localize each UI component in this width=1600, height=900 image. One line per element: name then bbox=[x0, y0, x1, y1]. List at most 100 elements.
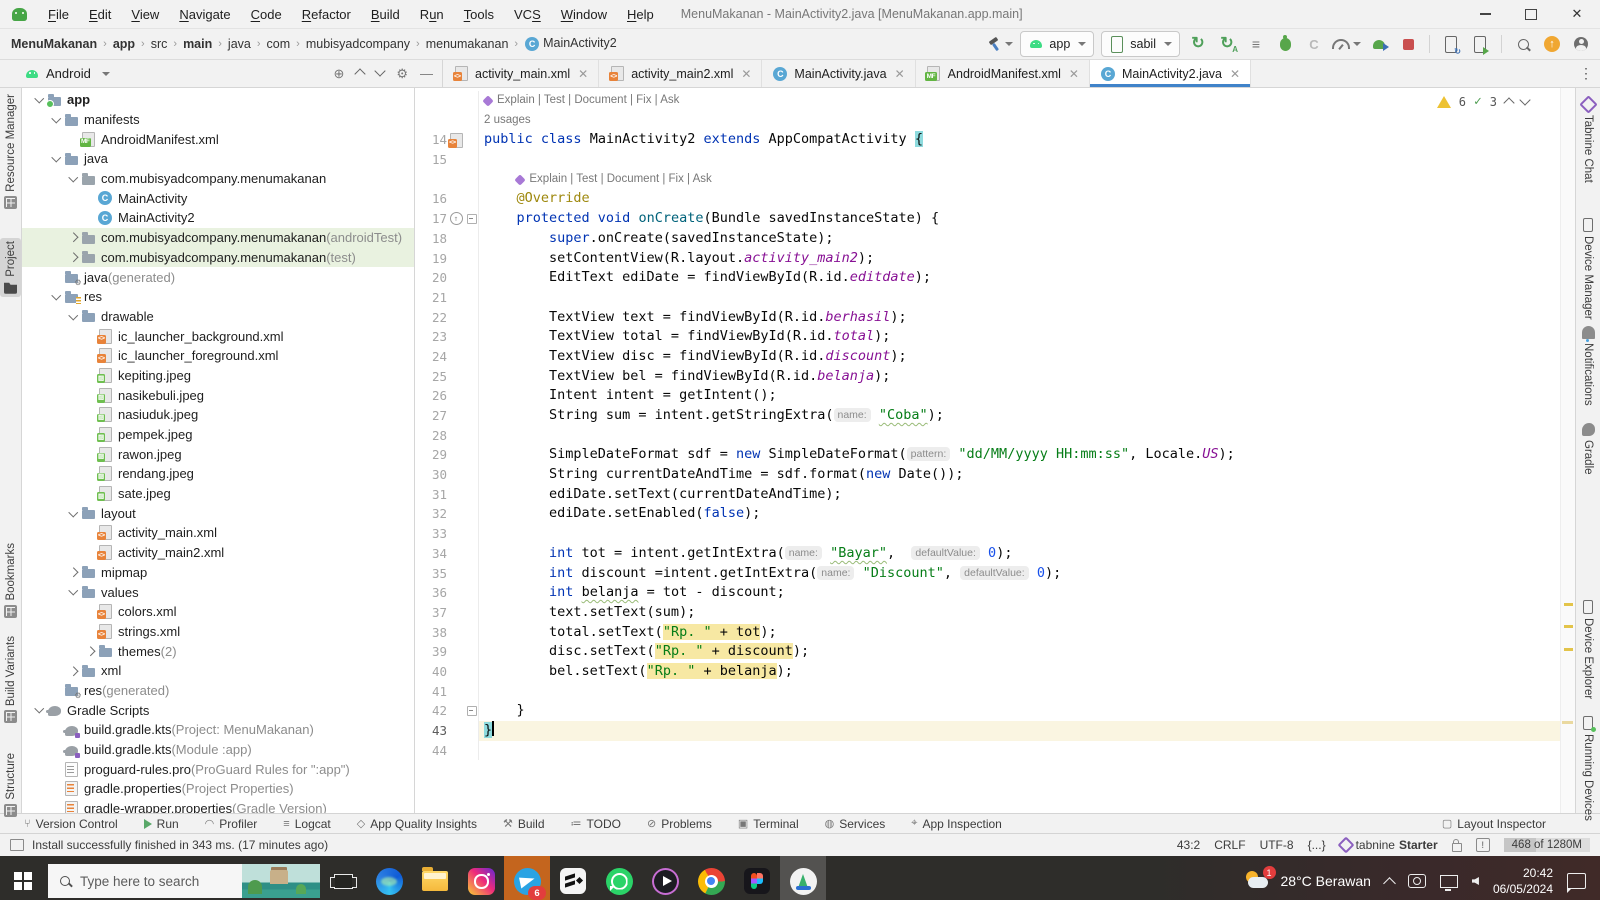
start-button[interactable] bbox=[0, 856, 46, 900]
prev-problem-icon[interactable] bbox=[1503, 97, 1515, 109]
breadcrumb-item[interactable]: mubisyadcompany bbox=[303, 35, 413, 53]
minimize-button[interactable] bbox=[1462, 0, 1508, 28]
event-log-icon[interactable] bbox=[10, 839, 24, 851]
close-tab-icon[interactable]: ✕ bbox=[1069, 67, 1079, 81]
menu-edit[interactable]: Edit bbox=[80, 3, 120, 26]
locate-file-icon[interactable]: ⊕ bbox=[330, 66, 347, 82]
code-line[interactable]: 20 EditText ediDate = findViewById(R.id.… bbox=[415, 268, 1575, 288]
close-tab-icon[interactable]: ✕ bbox=[895, 67, 905, 81]
tree-item-mainactivity2[interactable]: C MainActivity2 bbox=[22, 208, 414, 228]
ai-actions-inlay[interactable]: Explain | Test | Document | Fix | Ask bbox=[514, 170, 1575, 190]
typo-count[interactable]: 3 bbox=[1490, 95, 1497, 109]
tool-notifications[interactable]: Notifications bbox=[1576, 326, 1600, 406]
tree-item-nasiuduk-jpeg[interactable]: ▨ nasiuduk.jpeg bbox=[22, 405, 414, 425]
clock-widget[interactable]: 20:42 06/05/2024 bbox=[1493, 865, 1553, 897]
tree-toggle-icon[interactable] bbox=[66, 310, 80, 322]
overriding-method-gutter-icon[interactable]: ↑ bbox=[447, 209, 465, 229]
menu-build[interactable]: Build bbox=[362, 3, 409, 26]
breadcrumb-item[interactable]: src bbox=[148, 35, 171, 53]
tree-item-rendang-jpeg[interactable]: ▨ rendang.jpeg bbox=[22, 464, 414, 484]
menu-help[interactable]: Help bbox=[618, 3, 663, 26]
code-line[interactable]: 36 int belanja = tot - discount; bbox=[415, 583, 1575, 603]
toolwindow-profiler[interactable]: ◠ Profiler bbox=[205, 817, 258, 831]
stop-icon[interactable] bbox=[1397, 33, 1419, 55]
encoding[interactable]: UTF-8 bbox=[1260, 838, 1294, 852]
lock-icon[interactable] bbox=[1451, 838, 1462, 852]
tree-item-res[interactable]: res bbox=[22, 287, 414, 307]
menu-code[interactable]: Code bbox=[242, 3, 291, 26]
tree-item-gradle-wrapper-properties[interactable]: gradle-wrapper.properties (Gradle Versio… bbox=[22, 799, 414, 813]
menu-file[interactable]: File bbox=[39, 3, 78, 26]
volume-icon[interactable] bbox=[1471, 877, 1479, 885]
tab-mainactivity2-java[interactable]: C MainActivity2.java ✕ bbox=[1089, 60, 1252, 87]
tree-item-sate-jpeg[interactable]: ▨ sate.jpeg bbox=[22, 484, 414, 504]
tab-mainactivity-java[interactable]: C MainActivity.java ✕ bbox=[762, 60, 916, 87]
tree-toggle-icon[interactable] bbox=[66, 252, 80, 262]
tree-toggle-icon[interactable] bbox=[66, 585, 80, 597]
tree-toggle-icon[interactable] bbox=[66, 666, 80, 676]
tree-item-app[interactable]: app bbox=[22, 90, 414, 110]
tool-tabnine-chat[interactable]: Tabnine Chat bbox=[1576, 95, 1600, 183]
code-editor[interactable]: Explain | Test | Document | Fix | Ask 2 u… bbox=[415, 88, 1575, 813]
tab-androidmanifest-xml[interactable]: MF AndroidManifest.xml ✕ bbox=[916, 60, 1090, 87]
toolwindow-app-inspection[interactable]: ⌖ App Inspection bbox=[911, 817, 1002, 831]
tree-item-java[interactable]: java (generated) bbox=[22, 267, 414, 287]
tree-item-build-gradle-kts[interactable]: build.gradle.kts (Project: MenuMakanan) bbox=[22, 720, 414, 740]
code-line[interactable]: 25 TextView bel = findViewById(R.id.bela… bbox=[415, 366, 1575, 387]
warning-mark[interactable] bbox=[1564, 603, 1573, 606]
tree-item-values[interactable]: values bbox=[22, 582, 414, 602]
task-view-button[interactable] bbox=[320, 856, 366, 900]
running-devices-icon[interactable] bbox=[1469, 33, 1491, 55]
tree-item-proguard-rules-pro[interactable]: proguard-rules.pro (ProGuard Rules for "… bbox=[22, 759, 414, 779]
error-stripe[interactable] bbox=[1560, 88, 1575, 813]
tree-item-kepiting-jpeg[interactable]: ▨ kepiting.jpeg bbox=[22, 366, 414, 386]
tree-item-java[interactable]: java bbox=[22, 149, 414, 169]
tree-item-com-mubisyadcompany-menumakanan[interactable]: com.mubisyadcompany.menumakanan (test) bbox=[22, 247, 414, 268]
action-center-icon[interactable] bbox=[1567, 873, 1586, 893]
code-line[interactable]: 14 <> public class MainActivity2 extends A… bbox=[415, 130, 1575, 151]
tree-item-strings-xml[interactable]: <> strings.xml bbox=[22, 622, 414, 642]
code-line[interactable]: 43} bbox=[415, 721, 1575, 741]
code-line[interactable]: 19 setContentView(R.layout.activity_main… bbox=[415, 248, 1575, 269]
toolwindow-services[interactable]: ◍ Services bbox=[825, 817, 886, 831]
code-line[interactable]: 21 bbox=[415, 287, 1575, 308]
toolwindow-problems[interactable]: ⊘ Problems bbox=[647, 817, 712, 831]
tool-project[interactable]: Project bbox=[0, 238, 21, 297]
breadcrumb-item[interactable]: main bbox=[180, 35, 215, 53]
menu-run[interactable]: Run bbox=[411, 3, 453, 26]
tree-item-mainactivity[interactable]: C MainActivity bbox=[22, 188, 414, 208]
account-icon[interactable] bbox=[1570, 33, 1592, 55]
tree-item-res[interactable]: res (generated) bbox=[22, 681, 414, 700]
status-message[interactable]: Install successfully finished in 343 ms.… bbox=[32, 838, 328, 852]
tree-toggle-icon[interactable] bbox=[66, 233, 80, 243]
code-line[interactable]: 18 super.onCreate(savedInstanceState); bbox=[415, 228, 1575, 249]
maximize-button[interactable] bbox=[1508, 0, 1554, 28]
collapse-all-icon[interactable] bbox=[373, 65, 387, 81]
code-line[interactable]: 31 ediDate.setText(currentDateAndTime); bbox=[415, 484, 1575, 505]
menu-view[interactable]: View bbox=[122, 3, 168, 26]
tree-toggle-icon[interactable] bbox=[66, 172, 80, 184]
fold-marker-icon[interactable] bbox=[466, 706, 477, 717]
menu-window[interactable]: Window bbox=[552, 3, 616, 26]
warning-mark[interactable] bbox=[1564, 625, 1573, 628]
tree-toggle-icon[interactable] bbox=[49, 290, 63, 302]
inspection-profile[interactable]: {...} bbox=[1308, 838, 1326, 852]
code-line[interactable]: 17 ↑ protected void onCreate(Bundle saved… bbox=[415, 209, 1575, 229]
tab-activity_main-xml[interactable]: <> activity_main.xml ✕ bbox=[443, 60, 600, 87]
code-line[interactable]: 24 TextView disc = findViewById(R.id.dis… bbox=[415, 346, 1575, 367]
tree-toggle-icon[interactable] bbox=[49, 152, 63, 164]
telegram-icon[interactable]: 6 bbox=[504, 856, 550, 900]
code-line[interactable]: 40 bel.setText("Rp. " + belanja); bbox=[415, 661, 1575, 682]
toolwindow-build[interactable]: ⚒ Build bbox=[503, 817, 545, 831]
tree-item-build-gradle-kts[interactable]: build.gradle.kts (Module :app) bbox=[22, 740, 414, 760]
menu-refactor[interactable]: Refactor bbox=[293, 3, 360, 26]
toolwindow-version-control[interactable]: ⑂ Version Control bbox=[24, 817, 118, 831]
tree-item-androidmanifest-xml[interactable]: MF AndroidManifest.xml bbox=[22, 129, 414, 149]
instrumented-test-icon[interactable] bbox=[1368, 33, 1390, 55]
tree-toggle-icon[interactable] bbox=[49, 113, 63, 125]
tree-toggle-icon[interactable] bbox=[66, 567, 80, 577]
breadcrumb-item[interactable]: com bbox=[264, 35, 294, 53]
figma-icon[interactable] bbox=[734, 856, 780, 900]
tool-gradle[interactable]: Gradle bbox=[1576, 423, 1600, 475]
code-line[interactable]: 22 TextView text = findViewById(R.id.ber… bbox=[415, 307, 1575, 328]
